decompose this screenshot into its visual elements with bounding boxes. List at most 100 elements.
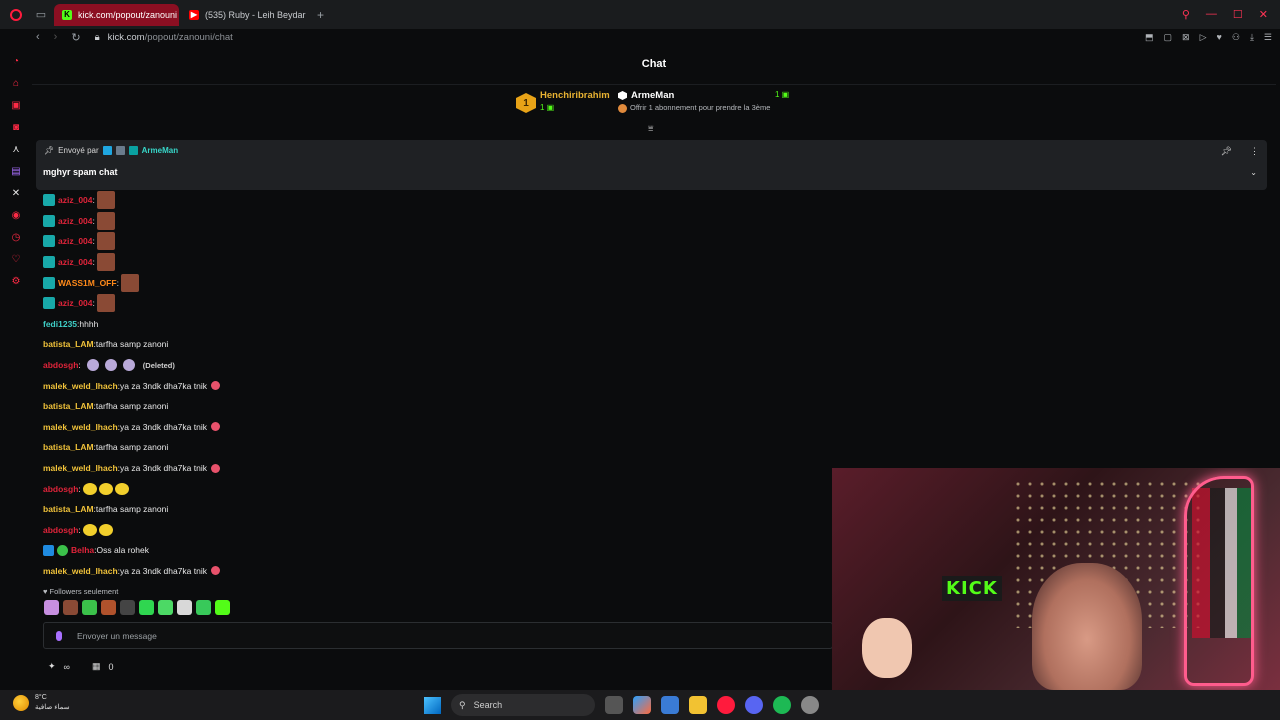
chat-username[interactable]: malek_weld_lhach (43, 422, 118, 432)
chat-username[interactable]: batista_LAM (43, 504, 94, 514)
chat-username[interactable]: abdosgh (43, 525, 78, 535)
store-icon[interactable] (661, 696, 679, 714)
tab-menu-icon[interactable]: ▭ (32, 6, 50, 24)
emote[interactable] (96, 253, 115, 272)
emote[interactable] (82, 523, 97, 536)
emote-10[interactable] (215, 600, 230, 615)
gift-box-icon[interactable]: ▦ (92, 661, 101, 672)
back-icon[interactable]: ‹ (36, 31, 40, 44)
account-icon[interactable]: ⚇ (1232, 32, 1240, 43)
more-icon[interactable]: ⋮ (1250, 146, 1259, 157)
weather-widget[interactable]: 8°C سماء صافية (13, 693, 70, 713)
download-icon[interactable]: ⤓ (1250, 32, 1254, 43)
discord-icon[interactable] (745, 696, 763, 714)
forward-icon[interactable]: › (54, 31, 58, 44)
settings-sparkle-icon[interactable]: ✦ (48, 661, 56, 672)
chat-username[interactable]: malek_weld_lhach (43, 381, 118, 391)
emote-8[interactable] (177, 600, 192, 615)
player-sidebar-icon[interactable]: ◉ (9, 208, 23, 222)
bookmark-icon[interactable]: ⬒ (1145, 32, 1154, 43)
emote-3[interactable] (82, 600, 97, 615)
emote-9[interactable] (196, 600, 211, 615)
gift-offer-text[interactable]: Offrir 1 abonnement pour prendre la 3ème (630, 103, 770, 112)
second-gifter-name[interactable]: ArmeMan (631, 90, 674, 101)
aria-icon[interactable]: ◔ (9, 54, 23, 68)
chat-username[interactable]: aziz_004 (58, 236, 93, 246)
pinboard-icon[interactable]: ♡ (9, 252, 23, 266)
chat-username[interactable]: aziz_004 (58, 216, 93, 226)
emote[interactable] (96, 191, 115, 210)
emote[interactable] (86, 359, 99, 372)
emote-5[interactable] (120, 600, 135, 615)
tab-kick-chat[interactable]: K kick.com/popout/zanouni (54, 3, 179, 26)
maximize-button[interactable]: ☐ (1233, 8, 1243, 21)
player-icon[interactable]: ▷ (1200, 32, 1207, 43)
task-view-icon[interactable] (605, 696, 623, 714)
sub-badge-icon (128, 146, 138, 155)
emote[interactable] (96, 211, 115, 230)
top-gifter-name[interactable]: Henchiribrahim (540, 90, 610, 101)
emote-2[interactable] (63, 600, 78, 615)
menu-icon[interactable]: ☰ (1264, 32, 1272, 43)
taskbar-search[interactable]: ⚲ Search (451, 694, 595, 716)
vpn-icon[interactable]: ⊠ (1182, 32, 1190, 43)
twitch-icon[interactable]: ▤ (9, 164, 23, 178)
messenger-icon[interactable]: ▣ (9, 98, 23, 112)
heart-icon[interactable]: ♥ (1217, 32, 1222, 43)
chat-username[interactable]: aziz_004 (58, 257, 93, 267)
emote-6[interactable] (139, 600, 154, 615)
opera-taskbar-icon[interactable] (717, 696, 735, 714)
copilot-icon[interactable] (633, 696, 651, 714)
emote-1[interactable] (44, 600, 59, 615)
chat-username[interactable]: aziz_004 (58, 195, 93, 205)
chat-username[interactable]: batista_LAM (43, 442, 94, 452)
pinned-author[interactable]: ArmeMan (142, 146, 178, 155)
x-icon[interactable]: ✕ (9, 186, 23, 200)
chat-username[interactable]: malek_weld_lhach (43, 566, 118, 576)
chat-username[interactable]: abdosgh (43, 360, 78, 370)
chat-username[interactable]: malek_weld_lhach (43, 463, 118, 473)
shopping-icon[interactable]: ⌂ (9, 76, 23, 90)
emote[interactable] (98, 482, 113, 495)
chat-username[interactable]: fedi1235 (43, 319, 77, 329)
microphone-icon[interactable] (56, 631, 62, 641)
chat-username[interactable]: Belha (71, 545, 94, 555)
reload-icon[interactable]: ↻ (71, 31, 80, 44)
emote[interactable] (104, 359, 117, 372)
url-field[interactable]: 🔒︎ kick.com/popout/zanouni/chat (95, 32, 233, 43)
close-button[interactable]: ✕ (1259, 8, 1268, 21)
emote[interactable] (122, 359, 135, 372)
windows-start-icon[interactable] (424, 696, 441, 714)
spotify-icon[interactable] (773, 696, 791, 714)
search-icon[interactable]: ⚲ (1182, 8, 1190, 21)
emote[interactable] (114, 482, 129, 495)
unpin-icon[interactable]: 📌︎ (1221, 146, 1232, 157)
new-tab-button[interactable]: + (309, 8, 332, 22)
emote[interactable] (96, 232, 115, 251)
chat-input[interactable]: Envoyer un message (43, 622, 833, 649)
kick-sidebar-icon[interactable]: ⋏ (9, 142, 23, 156)
emote[interactable] (98, 523, 113, 536)
chat-username[interactable]: aziz_004 (58, 298, 93, 308)
chat-username[interactable]: WASS1M_OFF (58, 278, 117, 288)
collapse-icon[interactable]: ⩸ (648, 123, 653, 134)
settings-taskbar-icon[interactable] (801, 696, 819, 714)
chat-username[interactable]: batista_LAM (43, 339, 94, 349)
emote-7[interactable] (158, 600, 173, 615)
tab-youtube[interactable]: ▶ (535) Ruby - Leih Beydar (181, 4, 307, 26)
emote[interactable] (96, 294, 115, 313)
emote-4[interactable] (101, 600, 116, 615)
history-icon[interactable]: ◷ (9, 230, 23, 244)
file-explorer-icon[interactable] (689, 696, 707, 714)
settings-icon[interactable]: ⚙ (9, 274, 23, 288)
chat-username[interactable]: batista_LAM (43, 401, 94, 411)
chat-username[interactable]: abdosgh (43, 484, 78, 494)
infinity-icon[interactable]: ∞ (64, 662, 70, 672)
chevron-down-icon[interactable]: ⌄ (1250, 168, 1257, 177)
opera-logo-icon[interactable] (0, 0, 32, 29)
emote[interactable] (82, 482, 97, 495)
snapshot-icon[interactable]: ▢ (1164, 32, 1173, 43)
minimize-button[interactable]: — (1206, 8, 1217, 21)
emote[interactable] (120, 273, 139, 292)
instagram-icon[interactable]: ◙ (9, 120, 23, 134)
